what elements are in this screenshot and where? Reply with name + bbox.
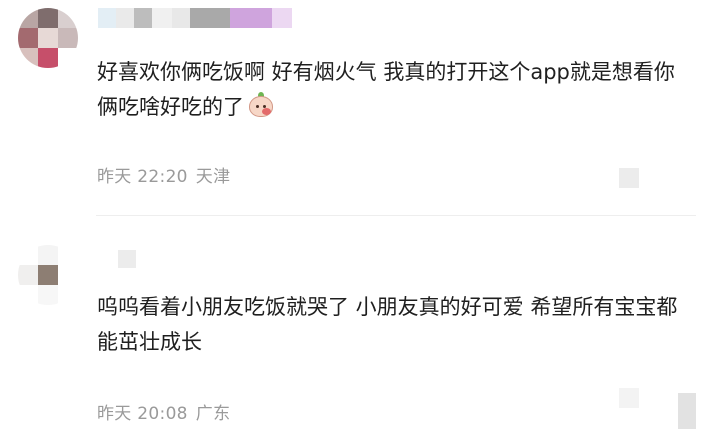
avatar-pixel [18,285,38,305]
avatar-pixel [18,265,38,285]
username-pixel [272,8,292,28]
like-icon[interactable] [619,168,639,188]
username[interactable] [98,8,292,28]
comment-text-content: 好喜欢你俩吃饭啊 好有烟火气 我真的打开这个app就是想看你俩吃啥好吃的了 [97,60,675,119]
comment-time: 昨天 20:08 [97,404,188,424]
avatar-pixel [18,245,38,265]
avatar-pixel [18,8,38,28]
avatar-pixel [58,8,78,28]
username-pixel [152,8,172,28]
comment-item: 好喜欢你俩吃饭啊 好有烟火气 我真的打开这个app就是想看你俩吃啥好吃的了 昨天… [0,0,710,216]
comment-text: 呜呜看着小朋友吃饭就哭了 小朋友真的好可爱 希望所有宝宝都能茁壮成长 [97,290,692,360]
avatar-pixel [38,285,58,305]
username-pixel [116,8,134,28]
username-pixel [230,8,272,28]
avatar-pixel [58,265,78,285]
avatar-pixel [58,28,78,48]
like-icon[interactable] [678,393,696,429]
comment-meta: 昨天 20:08 广东 [97,399,230,424]
comment-time: 昨天 22:20 [97,167,188,187]
avatar[interactable] [18,8,78,68]
comment-text: 好喜欢你俩吃饭啊 好有烟火气 我真的打开这个app就是想看你俩吃啥好吃的了 [97,55,692,125]
avatar-pixel [18,48,38,68]
avatar-pixel [38,48,58,68]
comment-item: 呜呜看着小朋友吃饭就哭了 小朋友真的好可爱 希望所有宝宝都能茁壮成长 昨天 20… [0,217,710,438]
avatar-pixel [38,245,58,265]
divider [96,215,696,216]
username[interactable] [118,250,136,268]
comment-text-content: 呜呜看着小朋友吃饭就哭了 小朋友真的好可爱 希望所有宝宝都能茁壮成长 [97,295,678,354]
peach-face-emoji-icon [248,92,274,118]
username-pixel [134,8,152,28]
avatar-pixel [58,285,78,305]
avatar-pixel [58,245,78,265]
username-pixel [98,8,116,28]
comment-location: 广东 [195,404,231,424]
avatar-pixel [58,48,78,68]
username-pixel [190,8,230,28]
username-pixel [172,8,190,28]
avatar-pixel [18,28,38,48]
avatar-pixel [38,8,58,28]
comment-location: 天津 [195,167,231,187]
avatar-pixel [38,265,58,285]
avatar[interactable] [18,245,78,305]
comment-meta: 昨天 22:20 天津 [97,162,230,187]
reply-icon[interactable] [619,388,639,408]
avatar-pixel [38,28,58,48]
